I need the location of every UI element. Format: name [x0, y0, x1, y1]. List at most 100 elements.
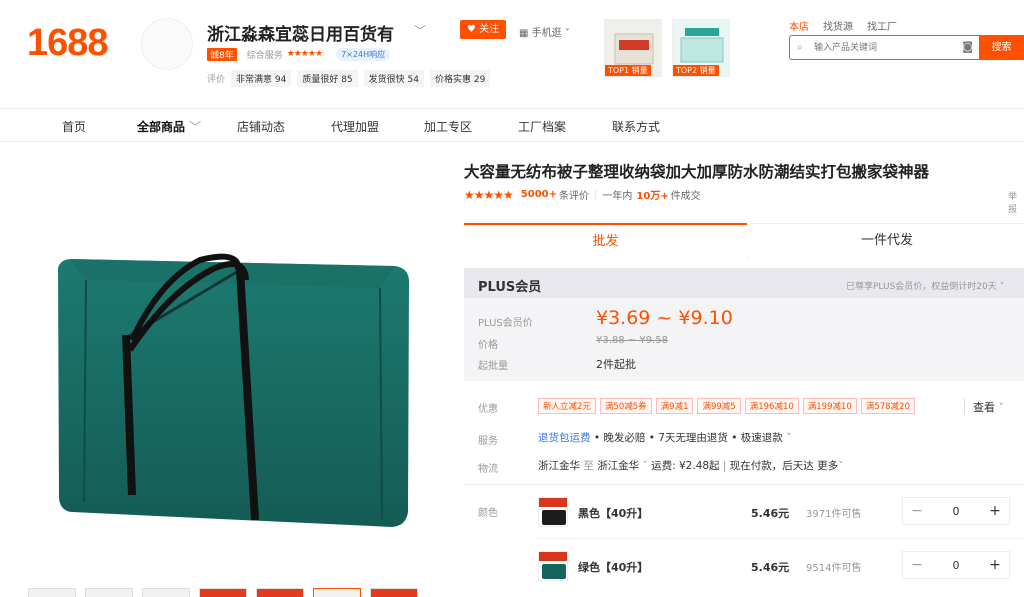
offers-more-label: 查看 — [973, 401, 995, 414]
nav-factory-profile[interactable]: 工厂档案 — [518, 118, 566, 135]
thumbnail[interactable] — [370, 588, 418, 597]
chevron-down-icon[interactable]: ˅ — [838, 460, 843, 472]
ship-fee: 运费: ¥2.48起 — [651, 460, 720, 472]
thumbnail-strip — [28, 588, 418, 597]
quantity-value[interactable]: 0 — [931, 505, 981, 518]
increase-button[interactable]: + — [981, 503, 1009, 519]
variant-thumbnail[interactable] — [538, 551, 568, 581]
years-badge: 诚8年 — [207, 47, 237, 61]
review-count[interactable]: 5000+ — [521, 189, 557, 200]
decrease-button[interactable]: − — [903, 557, 931, 573]
promo-tag[interactable]: 满578减20 — [860, 398, 915, 414]
promo-tag[interactable]: 满196减10 — [744, 398, 799, 414]
variant-price: 5.46元 — [751, 561, 790, 574]
nav-shop-news[interactable]: 店铺动态 — [237, 118, 285, 135]
promo-tag[interactable]: 满99减5 — [697, 398, 741, 414]
chevron-down-icon: ˅ — [998, 401, 1005, 414]
tab-dropship[interactable]: 一件代发 — [750, 223, 1024, 258]
color-label: 颜色 — [478, 508, 498, 519]
promo-tag[interactable]: 满199减10 — [802, 398, 857, 414]
divider — [538, 538, 1024, 539]
shop-name[interactable]: 浙江淼森宜蕊日用百货有 — [207, 20, 394, 45]
divider — [464, 484, 1024, 485]
product-title: 大容量无纺布被子整理收纳袋加大加厚防水防潮结实打包搬家袋神器 — [464, 163, 930, 181]
bag-icon — [542, 564, 566, 579]
chevron-down-icon[interactable]: ˅ — [1000, 282, 1005, 292]
search-icon: ⌕ — [797, 42, 803, 53]
heart-icon: ♥ — [466, 24, 476, 35]
search-box: ⌕ ◙ — [789, 35, 979, 60]
report-link[interactable]: 举报 — [1008, 189, 1024, 215]
thumbnail[interactable] — [28, 588, 76, 597]
variant-name: 绿色【40升】 — [578, 561, 649, 574]
variant-thumbnail[interactable] — [538, 497, 568, 527]
search-tab-source[interactable]: 找货源 — [823, 18, 853, 33]
top-product-badge: TOP2 销量 — [673, 65, 719, 76]
moq-value: 2件起批 — [596, 358, 636, 371]
shop-nav: 首页 全部商品 ﹀ 店铺动态 代理加盟 加工专区 工厂档案 联系方式 — [0, 108, 1024, 142]
mobile-shop-link[interactable]: ▦ 手机逛 ˅ — [519, 24, 570, 39]
offers-more-button[interactable]: 查看 ˅ — [964, 399, 1004, 415]
separator: | — [722, 460, 727, 472]
nav-agency[interactable]: 代理加盟 — [331, 118, 379, 135]
ship-more[interactable]: 更多 — [817, 460, 838, 472]
service-label: 服务 — [478, 436, 498, 447]
original-price: ¥3.88 ~ ¥9.58 — [596, 335, 668, 346]
search-tab-shop[interactable]: 本店 — [789, 18, 809, 33]
deal-suffix: 件成交 — [670, 191, 701, 202]
search-input[interactable] — [814, 40, 954, 56]
nav-home[interactable]: 首页 — [62, 118, 86, 135]
thumbnail[interactable] — [142, 588, 190, 597]
thumbnail[interactable] — [85, 588, 133, 597]
decrease-button[interactable]: − — [903, 503, 931, 519]
plus-note-text: 已尊享PLUS会员价，权益倒计时20天 — [846, 282, 997, 292]
service-items: • 晚发必赔 • 7天无理由退货 • 极速退款 — [590, 432, 783, 444]
follow-button[interactable]: ♥ 关注 — [460, 20, 506, 39]
rating-stars: ★★★★★ — [464, 187, 514, 202]
variant-row-green: 绿色【40升】 5.46元 9514件可售 − 0 + — [538, 551, 1024, 583]
follow-label: 关注 — [479, 24, 500, 35]
nav-all-products[interactable]: 全部商品 ﹀ — [137, 118, 201, 135]
product-main-image[interactable] — [40, 190, 440, 570]
ship-to[interactable]: 浙江金华 — [597, 460, 639, 472]
chevron-down-icon: ˅ — [786, 432, 792, 444]
separator: | — [594, 189, 598, 200]
chevron-down-icon[interactable]: ﹀ — [414, 22, 426, 39]
variant-price: 5.46元 — [751, 507, 790, 520]
score-badge: 质量很好 85 — [297, 70, 358, 87]
variant-stock: 9514件可售 — [806, 563, 862, 574]
camera-icon[interactable]: ◙ — [962, 40, 973, 53]
shop-avatar[interactable] — [141, 18, 193, 70]
search-tab-factory[interactable]: 找工厂 — [867, 18, 897, 33]
promo-tag[interactable]: 新人立减2元 — [538, 398, 596, 414]
promo-tag[interactable]: 满9减1 — [655, 398, 694, 414]
member-price-label: PLUS会员价 — [478, 318, 533, 329]
quantity-stepper: − 0 + — [902, 551, 1010, 579]
review-label: 条评价 — [559, 191, 590, 202]
increase-button[interactable]: + — [981, 557, 1009, 573]
promo-list: 新人立减2元 满50减5券 满9减1 满99减5 满196减10 满199减10… — [538, 398, 915, 414]
tab-wholesale[interactable]: 批发 — [464, 223, 747, 258]
variant-name: 黑色【40升】 — [578, 507, 649, 520]
site-logo[interactable]: 1688 — [27, 22, 109, 65]
quantity-value[interactable]: 0 — [931, 559, 981, 572]
thumbnail[interactable] — [199, 588, 247, 597]
score-badge: 非常满意 94 — [231, 70, 292, 87]
top-product-1[interactable]: TOP1 销量 — [604, 19, 662, 77]
thumbnail[interactable] — [256, 588, 304, 597]
chevron-down-icon[interactable]: ˅ — [643, 460, 648, 472]
search-button[interactable]: 搜索 — [979, 35, 1024, 60]
quantity-stepper: − 0 + — [902, 497, 1010, 525]
offers-label: 优惠 — [478, 404, 498, 415]
nav-contact[interactable]: 联系方式 — [612, 118, 660, 135]
variant-stock: 3971件可售 — [806, 509, 862, 520]
qr-icon: ▦ — [519, 28, 529, 39]
nav-processing[interactable]: 加工专区 — [424, 118, 472, 135]
shipping-label: 物流 — [478, 464, 498, 475]
ship-eta: 现在付款，后天达 — [729, 460, 814, 472]
thumbnail[interactable] — [313, 588, 361, 597]
nav-all-products-label: 全部商品 — [137, 120, 186, 134]
service-row[interactable]: 退货包运费 • 晚发必赔 • 7天无理由退货 • 极速退款 ˅ — [538, 430, 791, 445]
promo-tag[interactable]: 满50减5券 — [599, 398, 652, 414]
top-product-2[interactable]: TOP2 销量 — [672, 19, 730, 77]
